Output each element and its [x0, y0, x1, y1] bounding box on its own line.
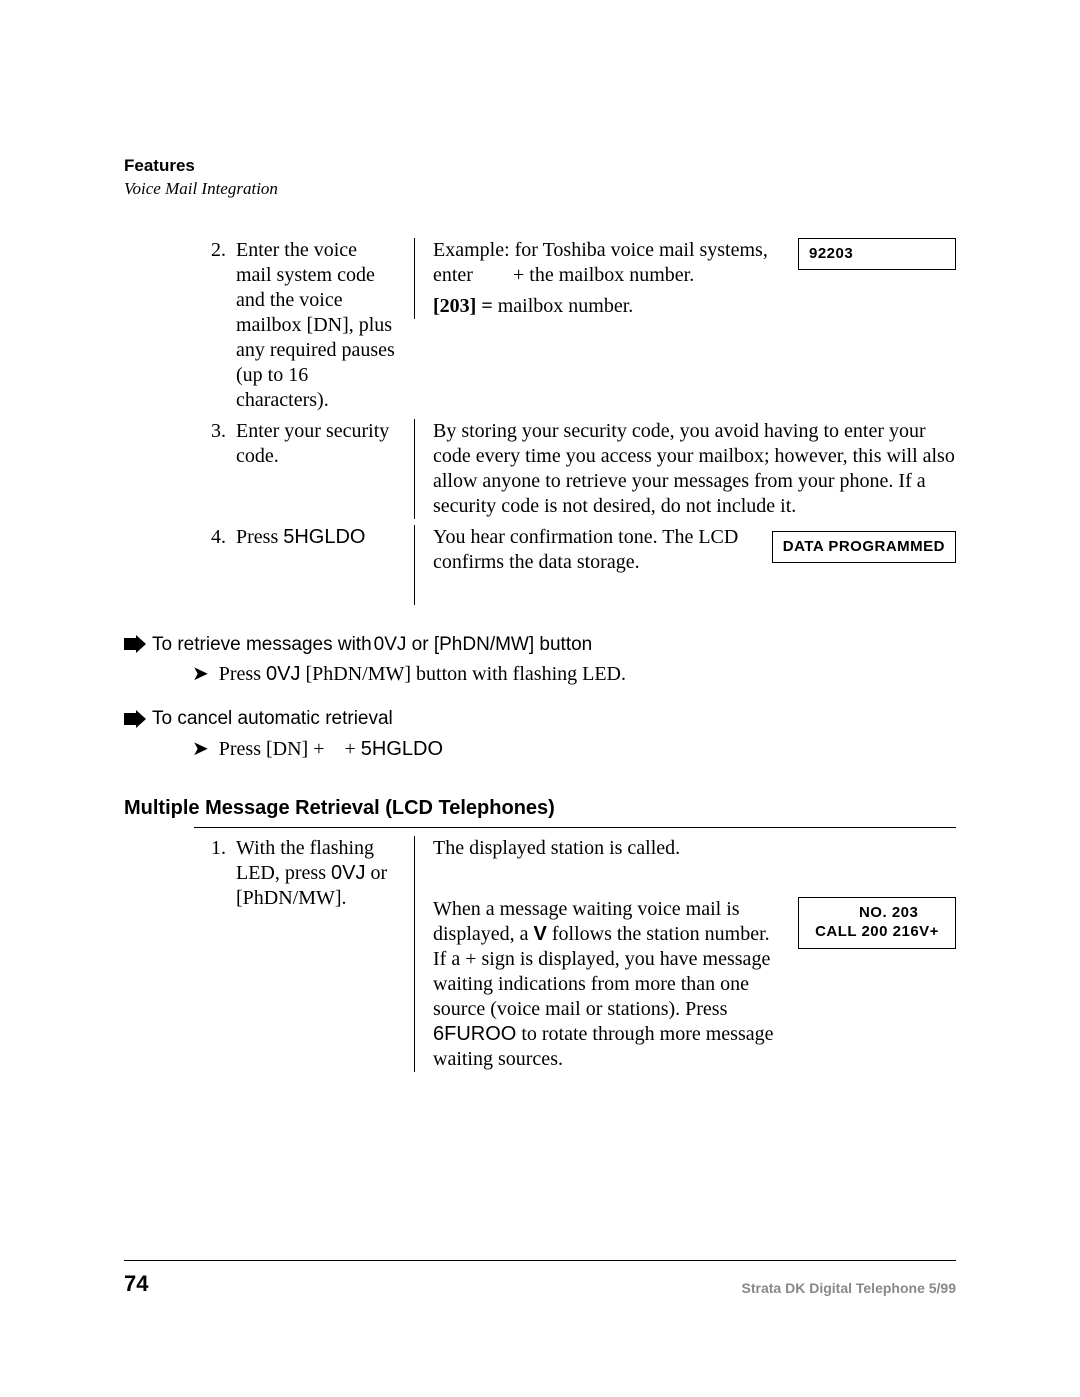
header-subtitle: Voice Mail Integration	[124, 178, 956, 199]
explanation-text: Example: for Toshiba voice mail systems,…	[433, 238, 798, 319]
page-number: 74	[124, 1270, 148, 1298]
step-number: 3.	[124, 419, 236, 444]
header-title: Features	[124, 155, 956, 176]
procedure-heading: To cancel automatic retrieval	[124, 707, 956, 731]
procedure-step: ➤ Press [DN] + + 5HGLDO	[192, 737, 956, 762]
lcd-display: 92203	[798, 238, 956, 271]
footer-doc-title: Strata DK Digital Telephone 5/99	[742, 1280, 956, 1298]
explanation-text: The displayed station is called.	[433, 836, 956, 861]
step-row: 1. With the flashing LED, press 0VJ or […	[124, 836, 956, 1072]
procedure-title: To cancel automatic retrieval	[152, 707, 393, 731]
step-instruction: Enter the voice mail system code and the…	[236, 238, 414, 413]
page: Features Voice Mail Integration 2. Enter…	[0, 0, 1080, 1397]
footer-rule	[124, 1260, 956, 1261]
page-footer: 74 Strata DK Digital Telephone 5/99	[124, 1270, 956, 1298]
lcd-display: NO. 203 CALL 200 216V+	[798, 897, 956, 949]
step-number: 2.	[124, 238, 236, 263]
procedure-heading: To retrieve messages with0VJ or [PhDN/MW…	[124, 633, 956, 657]
step-explanation: By storing your security code, you avoid…	[414, 419, 956, 519]
procedure-step: ➤ Press 0VJ [PhDN/MW] button with flashi…	[192, 662, 956, 687]
running-header: Features Voice Mail Integration	[124, 155, 956, 200]
step-number: 4.	[124, 525, 236, 550]
step-explanation: Example: for Toshiba voice mail systems,…	[414, 238, 956, 319]
step-instruction: With the flashing LED, press 0VJ or [PhD…	[236, 836, 414, 911]
step-explanation: You hear confirmation tone. The LCD conf…	[414, 525, 956, 605]
arrow-icon: ➤	[192, 664, 209, 684]
rule	[194, 827, 956, 828]
procedure-title: To retrieve messages with0VJ or [PhDN/MW…	[152, 633, 592, 657]
step-row: 3. Enter your security code. By storing …	[124, 419, 956, 519]
arrow-icon: ➤	[192, 739, 209, 759]
explanation-text: You hear confirmation tone. The LCD conf…	[433, 525, 772, 575]
explanation-text: When a message waiting voice mail is dis…	[433, 897, 798, 1072]
arrow-icon	[124, 710, 146, 728]
steps-block-a: 2. Enter the voice mail system code and …	[124, 238, 956, 605]
lcd-display: DATA PROGRAMMED	[772, 531, 956, 564]
step-row: 4. Press 5HGLDO You hear confirmation to…	[124, 525, 956, 605]
arrow-icon	[124, 635, 146, 653]
section-heading: Multiple Message Retrieval (LCD Telephon…	[124, 796, 956, 821]
step-number: 1.	[124, 836, 236, 861]
step-instruction: Press 5HGLDO	[236, 525, 414, 550]
step-explanation: The displayed station is called. When a …	[414, 836, 956, 1072]
steps-block-b: 1. With the flashing LED, press 0VJ or […	[124, 836, 956, 1072]
step-instruction: Enter your security code.	[236, 419, 414, 469]
step-row: 2. Enter the voice mail system code and …	[124, 238, 956, 413]
